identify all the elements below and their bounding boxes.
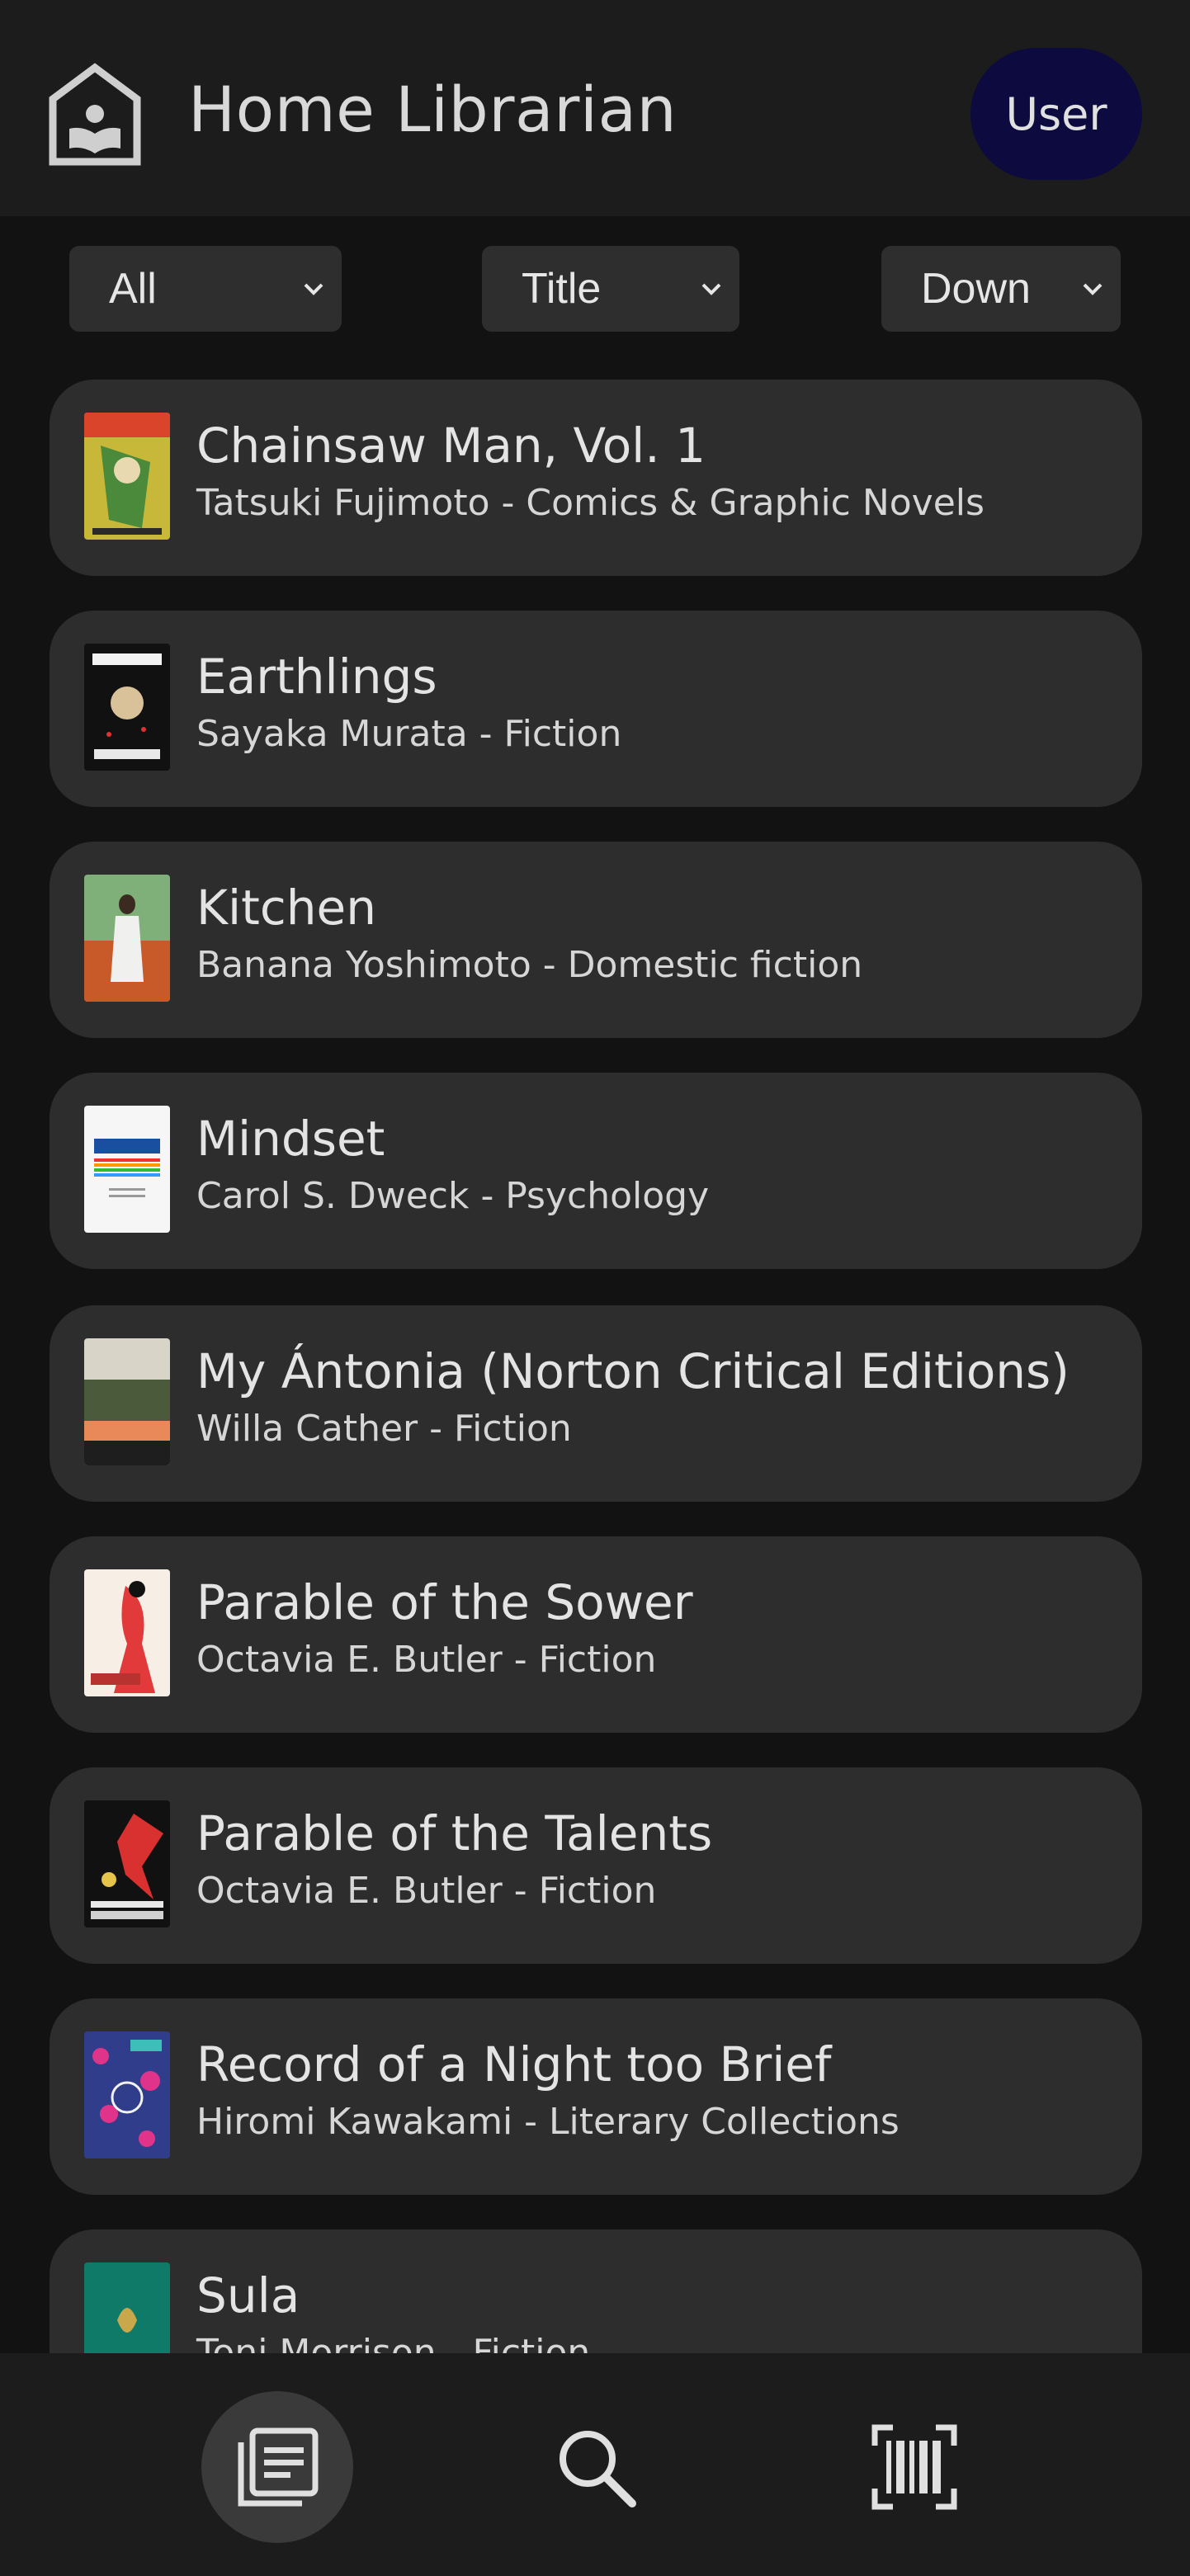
book-author-genre: Banana Yoshimoto - Domestic fiction [196, 944, 863, 986]
book-title: Record of a Night too Brief [196, 2036, 832, 2092]
bottom-navigation [0, 2353, 1190, 2576]
book-card[interactable]: Earthlings Sayaka Murata - Fiction [50, 611, 1142, 807]
book-card[interactable]: My Ántonia (Norton Critical Editions) Wi… [50, 1305, 1142, 1502]
sort-by-select[interactable]: Title [482, 246, 739, 332]
library-list-icon [238, 2427, 319, 2507]
book-cover-image [84, 2262, 170, 2353]
book-cover-image [84, 1800, 170, 1927]
book-card[interactable]: Kitchen Banana Yoshimoto - Domestic fict… [50, 842, 1142, 1038]
book-card[interactable]: Mindset Carol S. Dweck - Psychology [50, 1073, 1142, 1269]
book-cover-image [84, 413, 170, 540]
book-cover-image [84, 2031, 170, 2158]
book-card[interactable]: Parable of the Sower Octavia E. Butler -… [50, 1536, 1142, 1733]
book-author-genre: Willa Cather - Fiction [196, 1408, 572, 1450]
sort-order-value: Down [921, 265, 1031, 313]
chevron-down-icon [701, 283, 721, 295]
book-title: My Ántonia (Norton Critical Editions) [196, 1343, 1070, 1399]
category-filter-value: All [109, 265, 157, 313]
book-title: Parable of the Talents [196, 1805, 713, 1861]
category-filter-select[interactable]: All [69, 246, 342, 332]
book-cover-image [84, 1569, 170, 1696]
book-card[interactable]: Chainsaw Man, Vol. 1 Tatsuki Fujimoto - … [50, 380, 1142, 576]
book-title: Chainsaw Man, Vol. 1 [196, 418, 706, 474]
chevron-down-icon [1083, 283, 1103, 295]
home-library-logo-icon [49, 63, 141, 166]
top-app-bar: Home Librarian User [0, 0, 1190, 216]
nav-search-button[interactable] [520, 2391, 672, 2543]
book-cover-image [84, 875, 170, 1002]
book-card[interactable]: Sula Toni Morrison - Fiction [50, 2229, 1142, 2353]
sort-by-value: Title [522, 265, 602, 313]
chevron-down-icon [304, 283, 323, 295]
search-icon [560, 2431, 636, 2508]
book-author-genre: Hiromi Kawakami - Literary Collections [196, 2101, 900, 2143]
book-title: Mindset [196, 1111, 385, 1167]
nav-library-button[interactable] [201, 2391, 353, 2543]
book-card[interactable]: Record of a Night too Brief Hiromi Kawak… [50, 1998, 1142, 2195]
book-title: Sula [196, 2267, 300, 2324]
user-button[interactable]: User [970, 48, 1142, 180]
sort-order-select[interactable]: Down [881, 246, 1121, 332]
book-author-genre: Carol S. Dweck - Psychology [196, 1175, 710, 1217]
book-card[interactable]: Parable of the Talents Octavia E. Butler… [50, 1767, 1142, 1964]
nav-scan-button[interactable] [838, 2391, 990, 2543]
book-list: Chainsaw Man, Vol. 1 Tatsuki Fujimoto - … [0, 380, 1190, 2353]
book-author-genre: Sayaka Murata - Fiction [196, 713, 622, 755]
book-cover-image [84, 644, 170, 771]
book-author-genre: Octavia E. Butler - Fiction [196, 1639, 657, 1681]
book-cover-image [84, 1338, 170, 1465]
book-title: Parable of the Sower [196, 1574, 693, 1630]
barcode-scan-icon [871, 2424, 957, 2510]
book-title: Kitchen [196, 880, 376, 936]
app-title: Home Librarian [188, 73, 678, 146]
book-author-genre: Tatsuki Fujimoto - Comics & Graphic Nove… [196, 482, 985, 524]
app-root: Home Librarian User All Title Down Chain… [0, 0, 1190, 2576]
book-title: Earthlings [196, 649, 437, 705]
book-author-genre: Octavia E. Butler - Fiction [196, 1870, 657, 1912]
book-author-genre: Toni Morrison - Fiction [196, 2332, 591, 2353]
book-cover-image [84, 1106, 170, 1233]
